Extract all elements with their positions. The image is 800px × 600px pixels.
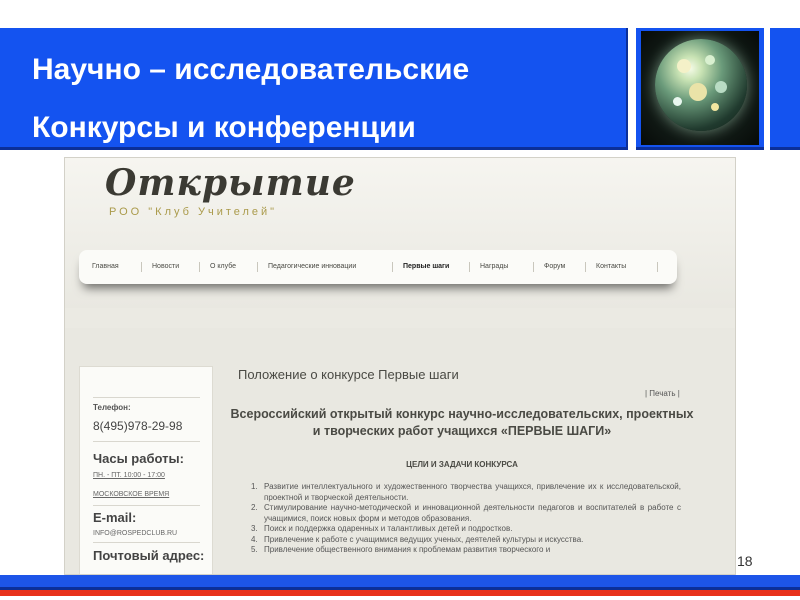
site-logo-subtitle: РОО "Клуб Учителей" — [109, 206, 278, 218]
petri-dish-image — [641, 31, 759, 145]
goal-text: Привлечение общественного внимания к про… — [264, 545, 551, 554]
slide-page-number: 18 — [737, 553, 753, 569]
site-logo[interactable]: Открытие — [105, 162, 356, 204]
sidebar-divider — [93, 441, 200, 442]
goals-title: ЦЕЛИ И ЗАДАЧИ КОНКУРСА — [406, 460, 518, 469]
site-header: Открытие РОО "Клуб Учителей" Главная Нов… — [65, 158, 735, 308]
phone-number[interactable]: 8(495)978-29-98 — [93, 419, 182, 433]
nav-item-first-steps[interactable]: Первые шаги — [403, 263, 449, 270]
goal-text: Поиск и поддержка одаренных и талантливы… — [264, 524, 513, 533]
nav-separator — [257, 262, 258, 272]
site-content: Телефон: 8(495)978-29-98 Часы работы: ПН… — [65, 328, 735, 574]
nav-item-forum[interactable]: Форум — [544, 263, 565, 270]
header-photo-frame — [636, 28, 764, 150]
hours-heading: Часы работы: — [93, 451, 184, 466]
footer-stripe-white — [0, 596, 800, 600]
list-item: 3. Поиск и поддержка одаренных и талантли… — [251, 524, 513, 533]
hours-value: ПН. - ПТ. 10:00 - 17:00 — [93, 472, 165, 479]
nav-separator — [141, 262, 142, 272]
website-screenshot: Открытие РОО "Клуб Учителей" Главная Нов… — [64, 157, 736, 575]
goal-text: Развитие интеллектуального и художествен… — [264, 482, 681, 502]
nav-separator — [199, 262, 200, 272]
nav-separator — [585, 262, 586, 272]
nav-item-contacts[interactable]: Контакты — [596, 263, 626, 270]
nav-separator — [657, 262, 658, 272]
page-title: Положение о конкурсе Первые шаги — [238, 367, 459, 382]
nav-item-awards[interactable]: Награды — [480, 263, 508, 270]
list-item: 1. Развитие интеллектуального и художеств… — [251, 482, 681, 502]
list-item: 5. Привлечение общественного внимания к п… — [251, 545, 551, 554]
print-link[interactable]: | Печать | — [645, 389, 680, 398]
main-article: Положение о конкурсе Первые шаги | Печат… — [227, 358, 723, 574]
list-item: 2. Стимулирование научно-методической и и… — [251, 503, 681, 523]
sidebar-divider — [93, 542, 200, 543]
email-heading: E-mail: — [93, 510, 137, 525]
nav-item-innovations[interactable]: Педагогические инновации — [268, 263, 356, 270]
slide-title-line2: Конкурсы и конференции — [32, 111, 416, 144]
slide-header: Научно – исследовательские Конкурсы и ко… — [0, 28, 628, 150]
contact-sidebar: Телефон: 8(495)978-29-98 Часы работы: ПН… — [79, 366, 213, 574]
email-link[interactable]: INFO@ROSPEDCLUB.RU — [93, 530, 177, 537]
nav-separator — [533, 262, 534, 272]
list-item: 4. Привлечение к работе с учащимися ведущ… — [251, 534, 584, 544]
goal-text: Привлечение к работе с учащимися ведущих… — [264, 534, 584, 544]
postal-heading: Почтовый адрес: — [93, 548, 205, 563]
header-right-strip — [770, 28, 800, 150]
nav-item-news[interactable]: Новости — [152, 263, 179, 270]
site-navbar: Главная Новости О клубе Педагогические и… — [79, 250, 677, 284]
nav-separator — [392, 262, 393, 272]
nav-separator — [469, 262, 470, 272]
sidebar-divider — [93, 505, 200, 506]
goals-list: 1. Развитие интеллектуального и художеств… — [251, 482, 681, 556]
footer-stripe-blue — [0, 575, 800, 587]
nav-item-home[interactable]: Главная — [92, 263, 119, 270]
timezone-value: МОСКОВСКОЕ ВРЕМЯ — [93, 491, 170, 498]
goal-text: Стимулирование научно-методической и инн… — [264, 503, 681, 523]
slide-title-line1: Научно – исследовательские — [32, 53, 470, 86]
phone-label: Телефон: — [93, 403, 131, 412]
glass-sphere-graphic — [655, 39, 747, 131]
nav-item-about[interactable]: О клубе — [210, 263, 236, 270]
contest-title: Всероссийский открытый конкурс научно-ис… — [230, 407, 694, 438]
sidebar-divider — [93, 397, 200, 398]
